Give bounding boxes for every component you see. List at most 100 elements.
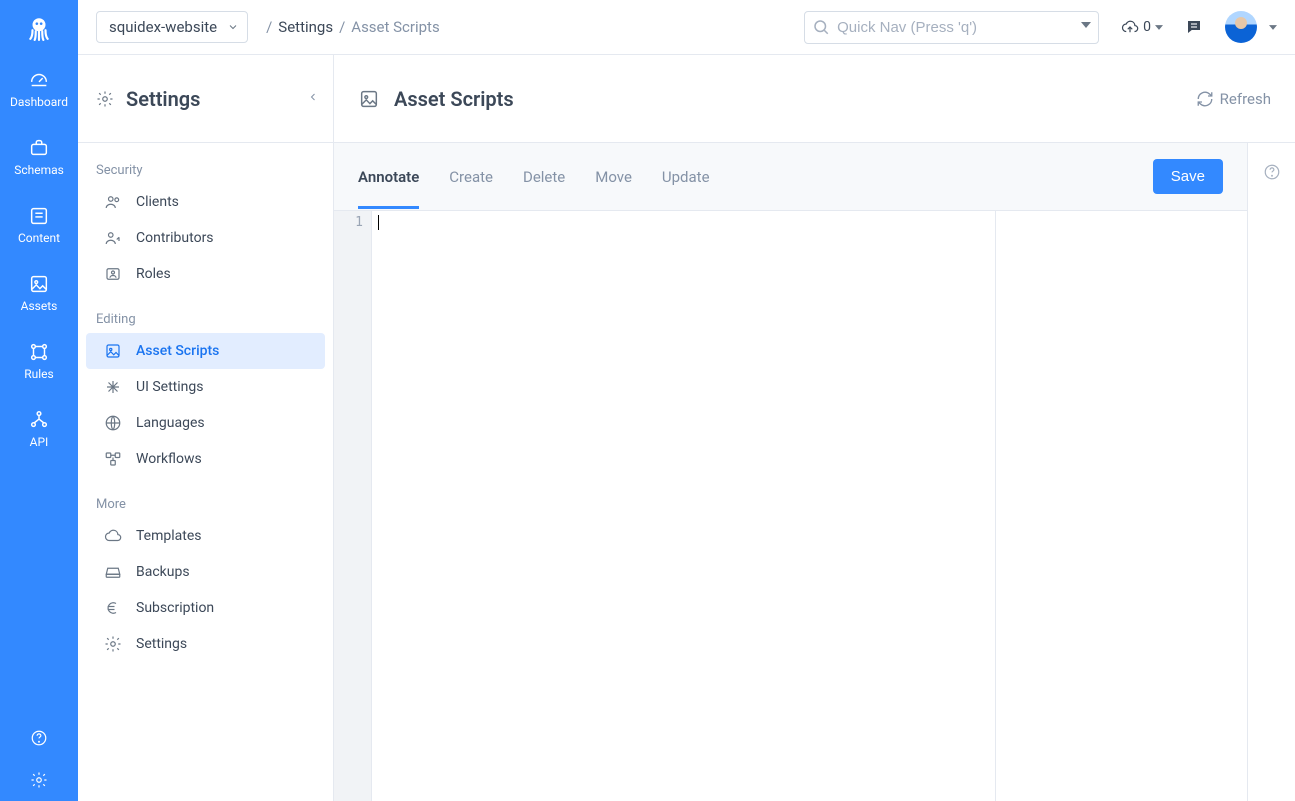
topbar: squidex-website / Settings / Asset Scrip… (78, 0, 1295, 55)
tab-create[interactable]: Create (449, 146, 493, 208)
code-editor[interactable]: 1 (334, 211, 1247, 801)
gear-icon (96, 90, 114, 108)
image-icon (358, 88, 380, 110)
image-icon (104, 342, 122, 360)
sidebar-item-schemas[interactable]: Schemas (0, 123, 78, 191)
image-icon (28, 273, 50, 295)
nav-item-ui-settings[interactable]: UI Settings (86, 369, 325, 405)
refresh-icon (1196, 90, 1214, 108)
nav-item-languages[interactable]: Languages (86, 405, 325, 441)
nav-item-label: UI Settings (136, 379, 203, 395)
editor-cursor (378, 215, 379, 230)
chevron-down-icon (227, 21, 239, 33)
nav-item-label: Contributors (136, 230, 214, 246)
chat-icon (1185, 18, 1203, 36)
nav-item-asset-scripts[interactable]: Asset Scripts (86, 333, 325, 369)
search-icon (812, 18, 830, 36)
content-icon (28, 205, 50, 227)
sidebar-item-label: API (30, 435, 49, 449)
gauge-icon (28, 69, 50, 91)
nav-item-settings[interactable]: Settings (86, 626, 325, 662)
sidebar-item-label: Assets (21, 299, 58, 313)
sidebar-item-content[interactable]: Content (0, 191, 78, 259)
panel-collapse-button[interactable] (307, 91, 319, 107)
drive-icon (104, 563, 122, 581)
api-icon (28, 409, 50, 431)
section-label-editing: Editing (78, 292, 333, 333)
refresh-label: Refresh (1220, 90, 1271, 108)
refresh-button[interactable]: Refresh (1196, 90, 1271, 108)
notifications-count: 0 (1143, 19, 1151, 35)
sidebar-item-label: Schemas (14, 163, 64, 177)
user-card-icon (104, 265, 122, 283)
help-icon (30, 729, 48, 747)
nav-item-roles[interactable]: Roles (86, 256, 325, 292)
flow-icon (28, 341, 50, 363)
settings-panel: Settings Security Clients Contributors (78, 55, 334, 801)
quick-nav-input[interactable] (804, 11, 1099, 44)
nav-item-label: Settings (136, 636, 187, 652)
workflow-icon (104, 450, 122, 468)
user-menu-caret[interactable] (1269, 25, 1277, 30)
editor-gutter: 1 (334, 211, 372, 801)
user-avatar[interactable] (1225, 11, 1257, 43)
breadcrumb-settings[interactable]: Settings (278, 18, 333, 36)
nav-item-backups[interactable]: Backups (86, 554, 325, 590)
tab-annotate[interactable]: Annotate (358, 146, 419, 208)
tab-delete[interactable]: Delete (523, 146, 565, 208)
tab-bar: Annotate Create Delete Move Update Save (334, 143, 1247, 211)
section-label-more: More (78, 477, 333, 518)
globe-icon (104, 414, 122, 432)
nav-item-label: Clients (136, 194, 179, 210)
sidebar-item-assets[interactable]: Assets (0, 259, 78, 327)
nav-item-label: Roles (136, 266, 171, 282)
quick-nav (804, 11, 1099, 44)
save-button[interactable]: Save (1153, 159, 1223, 194)
nav-item-label: Backups (136, 564, 190, 580)
section-label-security: Security (78, 143, 333, 184)
caret-down-icon (1155, 25, 1163, 30)
help-icon (1263, 163, 1281, 181)
tab-update[interactable]: Update (662, 146, 710, 208)
briefcase-icon (28, 137, 50, 159)
sidebar-item-settings[interactable] (0, 759, 78, 801)
app-selector[interactable]: squidex-website (96, 11, 248, 43)
help-panel-button[interactable] (1263, 163, 1281, 185)
content-area: Asset Scripts Refresh Annotate Create De… (334, 55, 1295, 801)
nav-item-templates[interactable]: Templates (86, 518, 325, 554)
nav-item-contributors[interactable]: Contributors (86, 220, 325, 256)
notifications-button[interactable]: 0 (1121, 18, 1163, 36)
sidebar-item-help[interactable] (0, 717, 78, 759)
tab-move[interactable]: Move (595, 146, 632, 208)
caret-down-icon (1269, 25, 1277, 30)
breadcrumb: / Settings / Asset Scripts (266, 18, 440, 36)
panel-title: Settings (126, 87, 200, 111)
sidebar-item-label: Rules (24, 367, 53, 381)
editor-code-area[interactable] (372, 211, 995, 801)
sidebar-item-api[interactable]: API (0, 395, 78, 463)
gear-icon (104, 635, 122, 653)
editor-right-panel (995, 211, 1247, 801)
cloud-icon (104, 527, 122, 545)
primary-sidebar: Dashboard Schemas Content Assets Rules A… (0, 0, 78, 801)
nav-item-label: Workflows (136, 451, 202, 467)
nav-item-clients[interactable]: Clients (86, 184, 325, 220)
chevron-left-icon (307, 91, 319, 103)
sidebar-item-dashboard[interactable]: Dashboard (0, 55, 78, 123)
cloud-upload-icon (1121, 18, 1139, 36)
chat-button[interactable] (1185, 18, 1203, 36)
asterisk-icon (104, 378, 122, 396)
nav-item-label: Languages (136, 415, 205, 431)
squidex-logo-icon (26, 15, 52, 41)
nav-item-workflows[interactable]: Workflows (86, 441, 325, 477)
user-arrow-icon (104, 229, 122, 247)
line-number: 1 (334, 215, 363, 230)
app-logo[interactable] (0, 0, 78, 55)
sidebar-item-rules[interactable]: Rules (0, 327, 78, 395)
nav-item-subscription[interactable]: Subscription (86, 590, 325, 626)
users-icon (104, 193, 122, 211)
app-selector-value: squidex-website (109, 18, 217, 36)
nav-item-label: Asset Scripts (136, 343, 219, 359)
content-right-rail (1247, 143, 1295, 801)
nav-item-label: Templates (136, 528, 202, 544)
